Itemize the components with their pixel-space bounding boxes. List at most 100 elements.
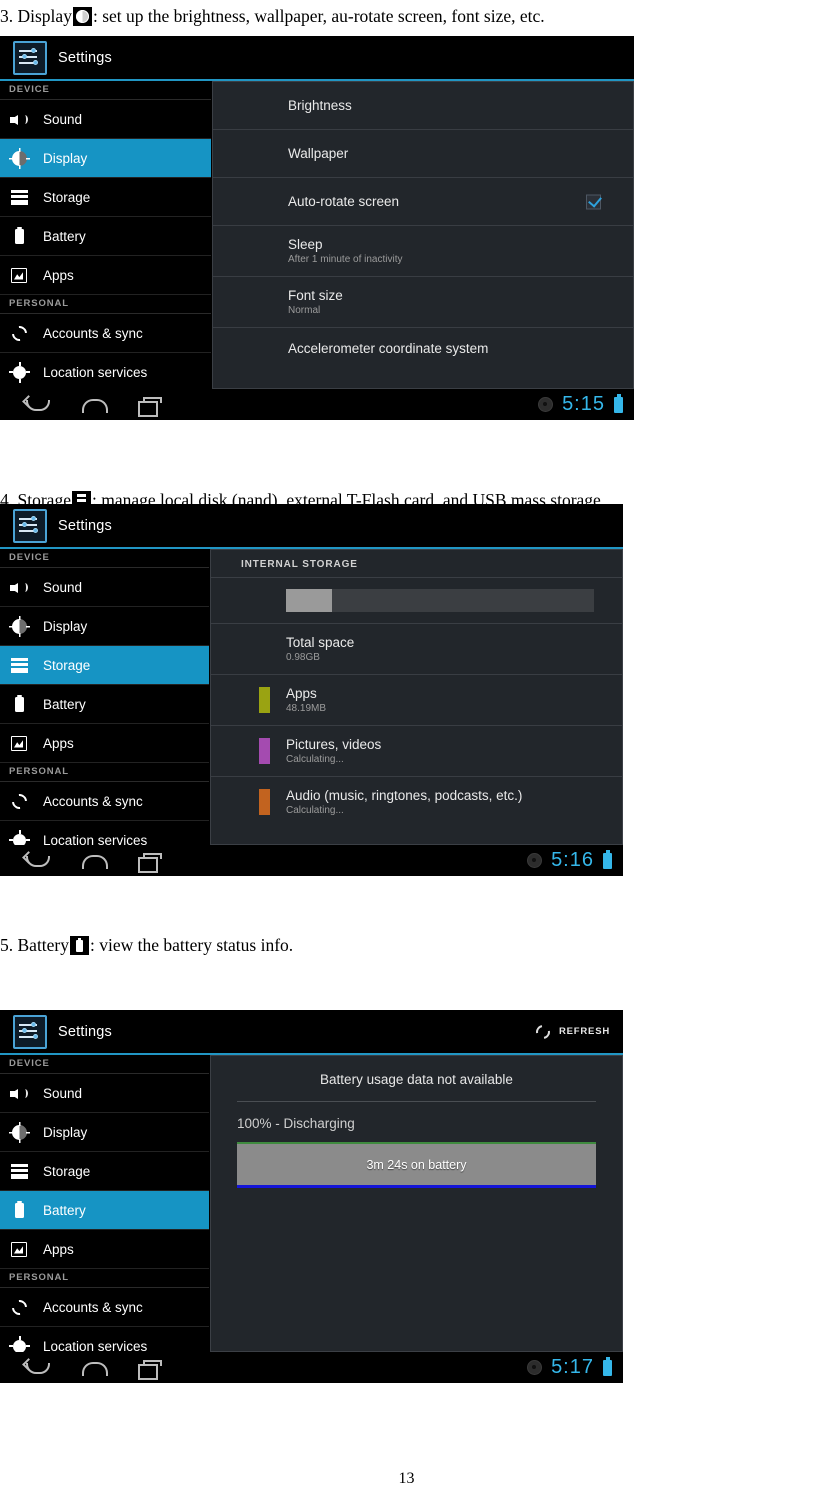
sidebar-item-accounts-sync[interactable]: Accounts & sync bbox=[0, 1288, 209, 1327]
sidebar-item-battery[interactable]: Battery bbox=[0, 685, 209, 724]
sidebar-item-sound[interactable]: Sound bbox=[0, 1074, 209, 1113]
home-icon[interactable] bbox=[78, 1357, 112, 1379]
sidebar-item-accounts-sync[interactable]: Accounts & sync bbox=[0, 782, 209, 821]
sidebar-item-label: Battery bbox=[43, 228, 86, 244]
sidebar-item-label: Sound bbox=[43, 579, 83, 595]
home-icon[interactable] bbox=[78, 394, 112, 416]
sidebar-section-device: DEVICE bbox=[0, 81, 211, 100]
auto-rotate-checkbox[interactable] bbox=[586, 194, 601, 209]
settings-sidebar: DEVICE Sound Display Storage Battery App… bbox=[0, 1055, 209, 1352]
sidebar-item-apps[interactable]: Apps bbox=[0, 256, 211, 295]
refresh-label: REFRESH bbox=[559, 1026, 610, 1037]
screenshot-storage-settings: Settings DEVICE Sound Display Storage Ba… bbox=[0, 504, 623, 876]
app-title: Settings bbox=[58, 1023, 112, 1040]
sidebar-item-storage[interactable]: Storage bbox=[0, 646, 209, 685]
battery-usage-message: Battery usage data not available bbox=[237, 1056, 596, 1102]
page-number: 13 bbox=[398, 1470, 415, 1487]
detail-row-pictures-videos[interactable]: Pictures, videos Calculating... bbox=[211, 726, 622, 777]
storage-icon bbox=[9, 655, 30, 676]
sidebar-item-apps[interactable]: Apps bbox=[0, 724, 209, 763]
sidebar-item-label: Apps bbox=[43, 735, 74, 751]
statusbar-status: 5:16 bbox=[527, 849, 612, 872]
apps-icon bbox=[9, 733, 30, 754]
detail-row-audio[interactable]: Audio (music, ringtones, podcasts, etc.)… bbox=[211, 777, 622, 827]
sidebar-item-label: Apps bbox=[43, 267, 74, 283]
display-icon bbox=[9, 1121, 30, 1143]
storage-usage-bar-fill bbox=[286, 589, 333, 612]
location-icon bbox=[9, 829, 30, 845]
sidebar-item-label: Sound bbox=[43, 111, 83, 127]
settings-topbar: Settings bbox=[0, 504, 623, 549]
storage-icon bbox=[9, 1161, 30, 1182]
detail-row-font-size[interactable]: Font size Normal bbox=[213, 277, 633, 328]
recents-icon[interactable] bbox=[134, 394, 168, 417]
sync-icon bbox=[9, 1297, 30, 1318]
detail-row-brightness[interactable]: Brightness bbox=[213, 82, 633, 130]
notification-dot-icon bbox=[538, 397, 554, 412]
recents-icon[interactable] bbox=[134, 850, 168, 873]
battery-history-chart[interactable]: 3m 24s on battery bbox=[237, 1142, 596, 1188]
sidebar-section-personal: PERSONAL bbox=[0, 295, 211, 314]
detail-row-wallpaper[interactable]: Wallpaper bbox=[213, 130, 633, 178]
battery-icon bbox=[9, 1200, 30, 1221]
sidebar-item-battery[interactable]: Battery bbox=[0, 1191, 209, 1230]
back-icon[interactable] bbox=[22, 850, 56, 872]
display-icon bbox=[72, 7, 92, 26]
sidebar-item-battery[interactable]: Battery bbox=[0, 217, 211, 256]
sidebar-item-display[interactable]: Display bbox=[0, 139, 211, 178]
screenshot-display-settings: Settings DEVICE Sound Display Storage Ba… bbox=[0, 36, 634, 420]
screenshot-battery-settings: Settings REFRESH DEVICE Sound Display St… bbox=[0, 1010, 623, 1383]
display-detail-panel: Brightness Wallpaper Auto-rotate screen … bbox=[212, 81, 634, 389]
detail-row-subtitle: Calculating... bbox=[286, 754, 344, 765]
sidebar-item-label: Sound bbox=[43, 1085, 83, 1101]
sidebar-item-apps[interactable]: Apps bbox=[0, 1230, 209, 1269]
sidebar-item-sound[interactable]: Sound bbox=[0, 568, 209, 607]
sidebar-item-accounts-sync[interactable]: Accounts & sync bbox=[0, 314, 211, 353]
audio-color-swatch bbox=[259, 789, 270, 815]
detail-row-apps[interactable]: Apps 48.19MB bbox=[211, 675, 622, 726]
settings-topbar: Settings REFRESH bbox=[0, 1010, 623, 1055]
recents-icon[interactable] bbox=[134, 1357, 168, 1380]
sound-icon bbox=[9, 577, 30, 598]
android-navbar: 5:16 bbox=[0, 845, 623, 876]
sidebar-item-label: Apps bbox=[43, 1241, 74, 1257]
sidebar-item-sound[interactable]: Sound bbox=[0, 100, 211, 139]
clock: 5:17 bbox=[551, 1356, 594, 1378]
detail-row-subtitle: After 1 minute of inactivity bbox=[288, 254, 403, 265]
battery-percent-status: 100% - Discharging bbox=[237, 1116, 355, 1131]
detail-row-sleep[interactable]: Sleep After 1 minute of inactivity bbox=[213, 226, 633, 277]
paragraph-display-suffix: : set up the brightness, wallpaper, au-r… bbox=[92, 6, 545, 26]
sidebar-item-storage[interactable]: Storage bbox=[0, 1152, 209, 1191]
sound-icon bbox=[9, 1083, 30, 1104]
back-icon[interactable] bbox=[22, 1357, 56, 1379]
sidebar-item-display[interactable]: Display bbox=[0, 1113, 209, 1152]
detail-row-title: Wallpaper bbox=[288, 146, 349, 161]
storage-detail-panel: INTERNAL STORAGE Total space 0.98GB Apps… bbox=[210, 549, 623, 845]
clock: 5:16 bbox=[551, 849, 594, 871]
sidebar-item-storage[interactable]: Storage bbox=[0, 178, 211, 217]
settings-sliders-icon bbox=[13, 1014, 47, 1049]
sidebar-section-personal: PERSONAL bbox=[0, 1269, 209, 1288]
back-icon[interactable] bbox=[22, 394, 56, 416]
detail-row-auto-rotate-screen[interactable]: Auto-rotate screen bbox=[213, 178, 633, 226]
detail-row-title: Total space bbox=[286, 635, 355, 650]
sidebar-item-location-services[interactable]: Location services bbox=[0, 353, 211, 389]
paragraph-display-prefix: 3. Display bbox=[0, 6, 72, 26]
home-icon[interactable] bbox=[78, 850, 112, 872]
sidebar-item-location-services[interactable]: Location services bbox=[0, 821, 209, 845]
detail-row-title: Accelerometer coordinate system bbox=[288, 341, 489, 356]
notification-dot-icon bbox=[527, 1360, 543, 1375]
battery-icon bbox=[9, 694, 30, 715]
detail-row-accelerometer-coordinate-system[interactable]: Accelerometer coordinate system bbox=[213, 328, 633, 369]
sidebar-item-label: Display bbox=[43, 150, 88, 166]
detail-row-subtitle: 0.98GB bbox=[286, 652, 320, 663]
location-icon bbox=[9, 1335, 30, 1352]
sidebar-item-label: Display bbox=[43, 618, 88, 634]
detail-row-total-space[interactable]: Total space 0.98GB bbox=[211, 624, 622, 675]
apps-icon bbox=[9, 265, 30, 286]
detail-row-title: Auto-rotate screen bbox=[288, 194, 400, 209]
sidebar-item-location-services[interactable]: Location services bbox=[0, 1327, 209, 1352]
refresh-button[interactable]: REFRESH bbox=[535, 1024, 610, 1040]
battery-detail-panel: Battery usage data not available 100% - … bbox=[210, 1055, 623, 1352]
sidebar-item-display[interactable]: Display bbox=[0, 607, 209, 646]
